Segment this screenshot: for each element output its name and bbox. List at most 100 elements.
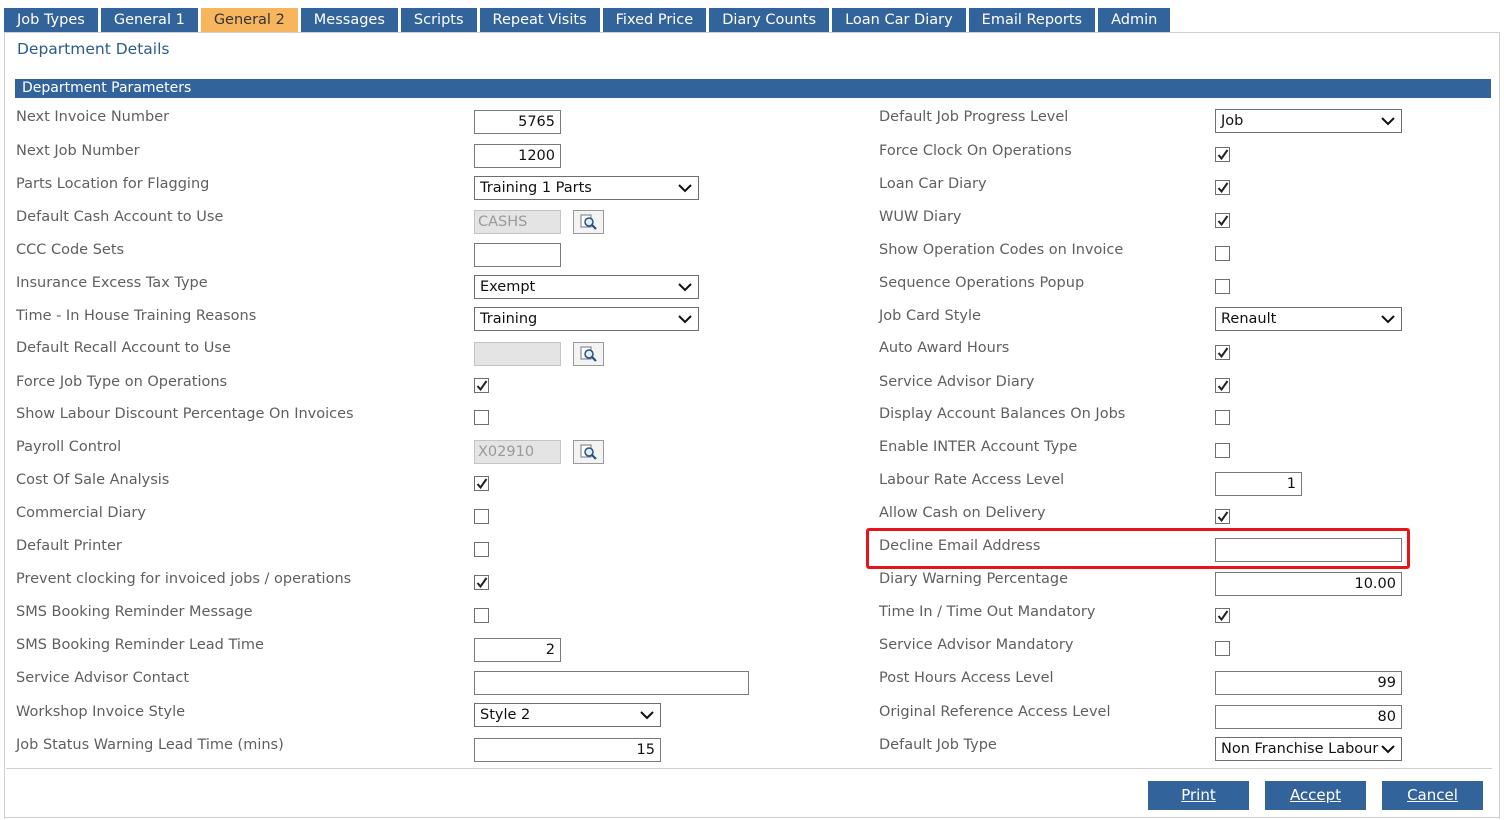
payroll-control-input[interactable]: X02910 <box>474 440 561 464</box>
parts-location-select[interactable]: Training 1 Parts <box>474 176 699 200</box>
workshop-invoice-style-value: Style 2 <box>480 707 531 723</box>
cancel-button[interactable]: Cancel <box>1382 781 1483 810</box>
tab-fixed-price[interactable]: Fixed Price <box>602 8 707 32</box>
chevron-down-icon <box>640 711 654 720</box>
insurance-excess-tax-select[interactable]: Exempt <box>474 275 699 299</box>
commercial-diary-checkbox[interactable] <box>474 509 489 524</box>
show-labour-discount-checkbox[interactable] <box>474 410 489 425</box>
tab-general-2[interactable]: General 2 <box>200 8 298 32</box>
time-in-out-mandatory-checkbox[interactable] <box>1215 608 1230 623</box>
force-clock-on-checkbox[interactable] <box>1215 147 1230 162</box>
label-time-in-out-mandatory: Time In / Time Out Mandatory <box>879 604 1096 620</box>
job-card-style-value: Renault <box>1221 311 1277 327</box>
service-advisor-diary-checkbox[interactable] <box>1215 378 1230 393</box>
label-workshop-invoice-style: Workshop Invoice Style <box>16 704 186 720</box>
recall-account-lookup-button[interactable] <box>573 342 604 366</box>
label-insurance-excess-tax: Insurance Excess Tax Type <box>16 275 208 291</box>
label-diary-warning-pct: Diary Warning Percentage <box>879 571 1069 587</box>
sms-reminder-lead-input[interactable]: 2 <box>474 638 561 662</box>
checkmark-icon <box>1217 380 1229 392</box>
magnifier-icon <box>580 346 597 362</box>
label-default-job-progress: Default Job Progress Level <box>879 109 1069 125</box>
insurance-excess-tax-value: Exempt <box>480 279 536 295</box>
diary-warning-pct-input[interactable]: 10.00 <box>1215 572 1402 596</box>
label-sms-reminder-message: SMS Booking Reminder Message <box>16 604 253 620</box>
job-status-warning-input[interactable]: 15 <box>474 738 661 762</box>
chevron-down-icon <box>1381 315 1395 324</box>
tab-scripts[interactable]: Scripts <box>400 8 477 32</box>
enable-inter-account-checkbox[interactable] <box>1215 443 1230 458</box>
tab-repeat-visits[interactable]: Repeat Visits <box>479 8 600 32</box>
checkmark-icon <box>476 380 488 392</box>
post-hours-access-input[interactable]: 99 <box>1215 671 1402 695</box>
label-labour-rate-access: Labour Rate Access Level <box>879 472 1065 488</box>
original-ref-access-input[interactable]: 80 <box>1215 705 1402 729</box>
tab-job-types[interactable]: Job Types <box>4 8 98 32</box>
label-service-advisor-mandatory: Service Advisor Mandatory <box>879 637 1074 653</box>
print-button[interactable]: Print <box>1148 781 1249 810</box>
prevent-clocking-checkbox[interactable] <box>474 575 489 590</box>
tab-email-reports[interactable]: Email Reports <box>968 8 1096 32</box>
label-default-job-type: Default Job Type <box>879 737 997 753</box>
service-advisor-mandatory-checkbox[interactable] <box>1215 641 1230 656</box>
label-display-account-balances: Display Account Balances On Jobs <box>879 406 1126 422</box>
chevron-down-icon <box>678 283 692 292</box>
chevron-down-icon <box>678 315 692 324</box>
label-auto-award-hours: Auto Award Hours <box>879 340 1010 356</box>
magnifier-icon <box>580 214 597 230</box>
loan-car-diary-checkbox[interactable] <box>1215 180 1230 195</box>
cash-account-lookup-button[interactable] <box>573 210 604 234</box>
wuw-diary-checkbox[interactable] <box>1215 213 1230 228</box>
label-default-printer: Default Printer <box>16 538 122 554</box>
tab-loan-car-diary[interactable]: Loan Car Diary <box>832 8 966 32</box>
section-header: Department Parameters <box>15 79 1491 98</box>
in-house-training-select[interactable]: Training <box>474 307 699 331</box>
force-job-type-checkbox[interactable] <box>474 378 489 393</box>
labour-rate-access-input[interactable]: 1 <box>1215 472 1302 496</box>
label-job-status-warning: Job Status Warning Lead Time (mins) <box>16 737 284 753</box>
service-advisor-contact-input[interactable] <box>474 671 749 695</box>
cost-of-sale-checkbox[interactable] <box>474 476 489 491</box>
in-house-training-value: Training <box>480 311 538 327</box>
label-default-recall-account: Default Recall Account to Use <box>16 340 231 356</box>
tab-admin[interactable]: Admin <box>1098 8 1171 32</box>
next-job-number-input[interactable]: 1200 <box>474 144 561 168</box>
ccc-code-sets-input[interactable] <box>474 243 561 267</box>
default-job-progress-select[interactable]: Job <box>1215 109 1402 133</box>
tab-diary-counts[interactable]: Diary Counts <box>709 8 830 32</box>
label-enable-inter-account: Enable INTER Account Type <box>879 439 1078 455</box>
tab-messages[interactable]: Messages <box>300 8 398 32</box>
default-job-progress-value: Job <box>1221 113 1244 129</box>
chevron-down-icon <box>1381 745 1395 754</box>
next-invoice-number-input[interactable]: 5765 <box>474 110 561 134</box>
show-op-codes-checkbox[interactable] <box>1215 246 1230 261</box>
label-loan-car-diary: Loan Car Diary <box>879 176 987 192</box>
payroll-control-lookup-button[interactable] <box>573 440 604 464</box>
tab-general-1[interactable]: General 1 <box>100 8 198 32</box>
workshop-invoice-style-select[interactable]: Style 2 <box>474 703 661 727</box>
default-job-type-value: Non Franchise Labour <box>1221 741 1379 757</box>
checkmark-icon <box>1217 182 1229 194</box>
label-prevent-clocking: Prevent clocking for invoiced jobs / ope… <box>16 571 352 587</box>
highlight-box <box>866 528 1410 569</box>
accept-button[interactable]: Accept <box>1265 781 1366 810</box>
chevron-down-icon <box>678 184 692 193</box>
sms-reminder-message-checkbox[interactable] <box>474 608 489 623</box>
default-cash-account-input[interactable]: CASHS <box>474 210 561 234</box>
allow-cod-checkbox[interactable] <box>1215 509 1230 524</box>
default-recall-account-input[interactable] <box>474 342 561 366</box>
job-card-style-select[interactable]: Renault <box>1215 307 1402 331</box>
sequence-ops-popup-checkbox[interactable] <box>1215 279 1230 294</box>
tab-bar: Job Types General 1 General 2 Messages S… <box>4 8 1173 32</box>
checkmark-icon <box>1217 511 1229 523</box>
label-show-op-codes: Show Operation Codes on Invoice <box>879 242 1124 258</box>
checkmark-icon <box>1217 149 1229 161</box>
default-job-type-select[interactable]: Non Franchise Labour <box>1215 737 1402 761</box>
checkmark-icon <box>1217 215 1229 227</box>
auto-award-hours-checkbox[interactable] <box>1215 345 1230 360</box>
display-account-balances-checkbox[interactable] <box>1215 410 1230 425</box>
checkmark-icon <box>476 478 488 490</box>
default-printer-checkbox[interactable] <box>474 542 489 557</box>
magnifier-icon <box>580 444 597 460</box>
content-panel <box>4 32 1500 818</box>
